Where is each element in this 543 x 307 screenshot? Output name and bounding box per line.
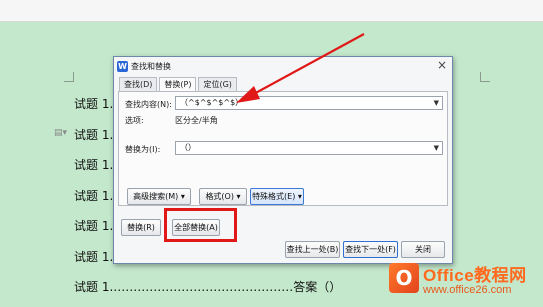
watermark-url: www.office26.com [423,284,512,296]
advanced-search-button[interactable]: 高级搜索(M) ▾ [127,188,191,205]
dialog-tabs: 查找(D) 替换(P) 定位(G) [119,77,239,92]
find-previous-button[interactable]: 查找上一处(B) [285,241,340,258]
special-format-button[interactable]: 特殊格式(E) ▾ [250,188,304,205]
chevron-down-icon[interactable]: ▼ [434,142,439,154]
doc-line-1: 试题 1. [74,97,114,111]
office-logo-icon: O [389,263,419,293]
tab-find[interactable]: 查找(D) [119,77,158,91]
doc-line-7: 试题 1.………………………………………答案（） [74,280,342,294]
format-button[interactable]: 格式(O) ▾ [199,188,247,205]
replace-all-highlight-box [164,208,237,242]
find-value: （^$^$^$^$） [180,98,244,107]
doc-line-3: 试题 1. [74,158,114,172]
replace-panel: 查找内容(N): （^$^$^$^$） ▼ 选项: 区分全/半角 替换为(I):… [118,91,448,206]
close-icon[interactable]: × [437,58,447,72]
paragraph-icon[interactable]: ▤▾ [54,128,67,138]
page-corner-mark-right [480,72,490,82]
dialog-title: 查找和替换 [131,61,171,71]
doc-line-4: 试题 1. [74,189,114,203]
tab-replace[interactable]: 替换(P) [159,77,197,92]
replace-label: 替换为(I): [125,145,161,154]
replace-input[interactable]: （） ▼ [175,141,443,155]
chevron-down-icon[interactable]: ▼ [434,97,439,109]
find-label: 查找内容(N): [125,100,172,109]
replace-value: （） [180,143,196,152]
close-button[interactable]: 关闭 [401,241,445,258]
wps-logo-icon: W [117,60,128,72]
options-label: 选项: [125,116,144,125]
dialog-titlebar[interactable]: W 查找和替换 [114,57,452,75]
replace-button[interactable]: 替换(R) [121,219,161,236]
doc-line-6: 试题 1. [74,250,114,264]
doc-line-5: 试题 1. [74,219,114,233]
top-toolbar [0,0,543,22]
watermark-name: Office教程网 [423,266,527,285]
options-value: 区分全/半角 [175,116,218,125]
find-input[interactable]: （^$^$^$^$） ▼ [175,96,443,110]
watermark: O Office教程网 www.office26.com [383,258,543,307]
tab-goto[interactable]: 定位(G) [198,77,237,91]
page-corner-mark-left [64,72,74,82]
doc-line-2: 试题 1. [74,128,114,142]
find-next-button[interactable]: 查找下一处(F) [343,241,398,258]
